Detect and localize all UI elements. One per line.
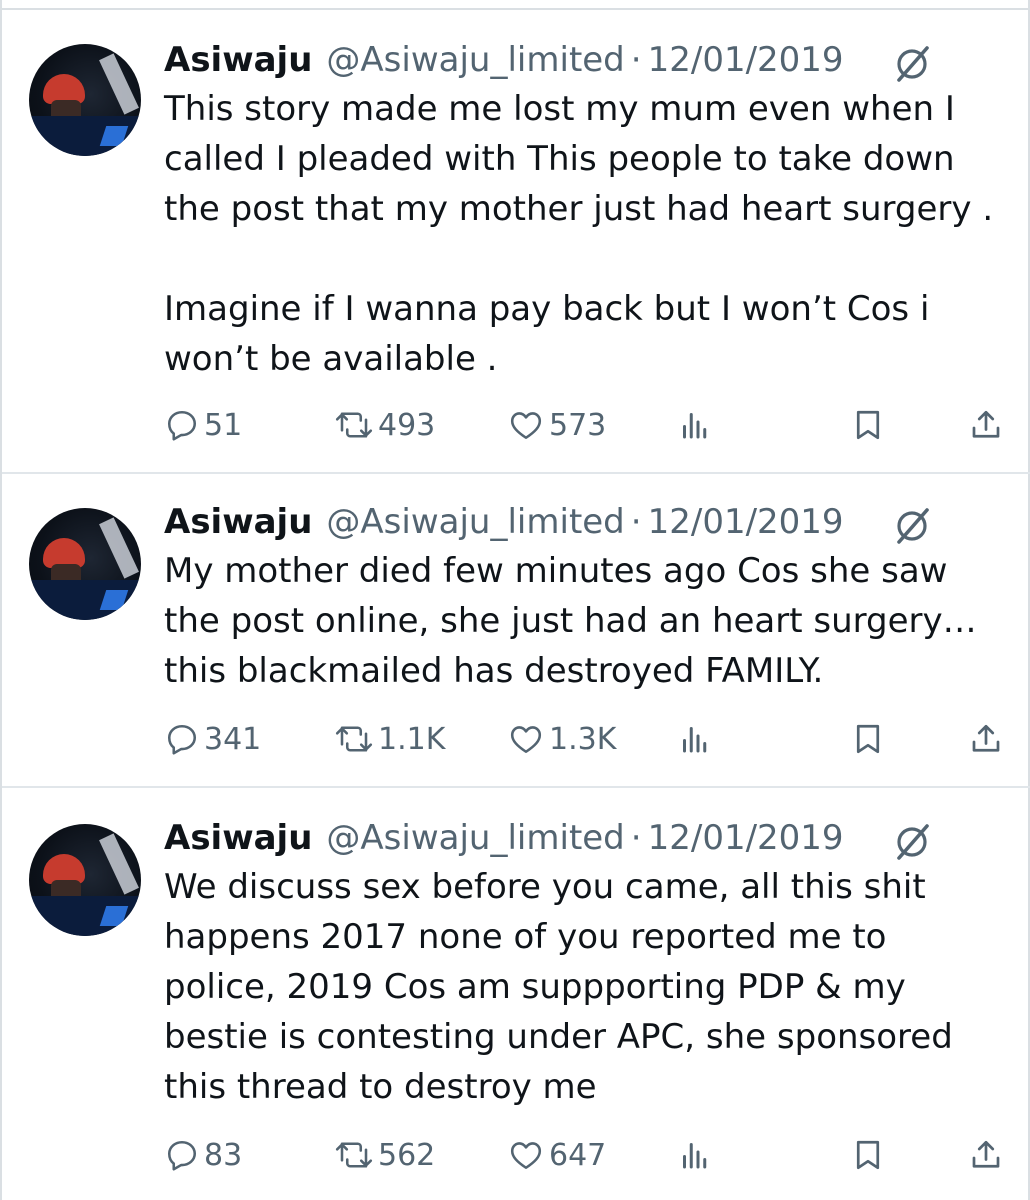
text-line: happens 2017 none of you reported me to bbox=[164, 917, 887, 957]
reply-button[interactable]: 341 bbox=[164, 714, 261, 764]
text-line: this blackmailed has destroyed FAMILY. bbox=[164, 651, 824, 691]
tweet[interactable]: Asiwaju @Asiwaju_limited · 12/01/2019 Th… bbox=[2, 10, 1030, 474]
views-button[interactable] bbox=[677, 400, 713, 450]
avatar[interactable] bbox=[29, 44, 141, 156]
repost-button[interactable]: 562 bbox=[334, 1130, 435, 1180]
reply-count: 51 bbox=[204, 407, 243, 443]
like-icon bbox=[510, 412, 542, 440]
grok-icon[interactable] bbox=[890, 504, 934, 548]
tweet-text: My mother died few minutes ago Cos she s… bbox=[164, 546, 1004, 696]
tweet-text: We discuss sex before you came, all this… bbox=[164, 862, 1004, 1112]
reply-count: 83 bbox=[204, 1137, 243, 1173]
display-name[interactable]: Asiwaju bbox=[164, 818, 312, 858]
like-button[interactable]: 1.3K bbox=[507, 714, 616, 764]
separator-dot: · bbox=[630, 40, 642, 80]
tweet-date[interactable]: 12/01/2019 bbox=[648, 818, 844, 858]
display-name[interactable]: Asiwaju bbox=[164, 502, 312, 542]
views-icon bbox=[683, 413, 707, 439]
text-line: My mother died few minutes ago Cos she s… bbox=[164, 551, 948, 591]
user-handle[interactable]: @Asiwaju_limited bbox=[326, 502, 624, 542]
bookmark-button[interactable] bbox=[850, 1130, 886, 1180]
repost-count: 1.1K bbox=[378, 721, 446, 757]
text-line: police, 2019 Cos am suppporting PDP & my bbox=[164, 967, 906, 1007]
timeline: Asiwaju @Asiwaju_limited · 12/01/2019 Th… bbox=[0, 0, 1030, 1200]
like-button[interactable]: 647 bbox=[507, 1130, 606, 1180]
user-handle[interactable]: @Asiwaju_limited bbox=[326, 40, 624, 80]
tweet-header: Asiwaju @Asiwaju_limited · 12/01/2019 bbox=[164, 500, 844, 544]
text-line: the post that my mother just had heart s… bbox=[164, 189, 994, 229]
repost-icon bbox=[335, 1142, 373, 1168]
tweet-header: Asiwaju @Asiwaju_limited · 12/01/2019 bbox=[164, 816, 844, 860]
action-bar: 341 1.1K 1.3K bbox=[2, 714, 1030, 764]
tweet[interactable]: Asiwaju @Asiwaju_limited · 12/01/2019 We… bbox=[2, 788, 1030, 1200]
tweet-header: Asiwaju @Asiwaju_limited · 12/01/2019 bbox=[164, 38, 844, 82]
bookmark-button[interactable] bbox=[850, 400, 886, 450]
grok-icon[interactable] bbox=[890, 820, 934, 864]
separator-dot: · bbox=[630, 818, 642, 858]
tweet-date[interactable]: 12/01/2019 bbox=[648, 502, 844, 542]
repost-icon bbox=[335, 412, 373, 438]
text-line: called I pleaded with This people to tak… bbox=[164, 139, 955, 179]
views-button[interactable] bbox=[677, 1130, 713, 1180]
separator-dot: · bbox=[630, 502, 642, 542]
text-line: the post online, she just had an heart s… bbox=[164, 601, 977, 641]
share-icon bbox=[972, 724, 1000, 752]
action-bar: 51 493 573 bbox=[2, 400, 1030, 450]
repost-count: 562 bbox=[378, 1137, 436, 1173]
like-count: 1.3K bbox=[549, 721, 617, 757]
repost-icon bbox=[335, 726, 373, 752]
action-bar: 83 562 647 bbox=[2, 1130, 1030, 1180]
bookmark-button[interactable] bbox=[850, 714, 886, 764]
views-button[interactable] bbox=[677, 714, 713, 764]
text-line: This story made me lost my mum even when… bbox=[164, 89, 955, 129]
repost-count: 493 bbox=[378, 407, 436, 443]
share-button[interactable] bbox=[968, 1130, 1004, 1180]
views-icon bbox=[683, 727, 707, 753]
text-line: won’t be available . bbox=[164, 339, 498, 379]
repost-button[interactable]: 493 bbox=[334, 400, 435, 450]
bookmark-icon bbox=[856, 410, 880, 440]
share-icon bbox=[972, 410, 1000, 438]
tweet-text: This story made me lost my mum even when… bbox=[164, 84, 1004, 384]
reply-button[interactable]: 83 bbox=[164, 1130, 242, 1180]
views-icon bbox=[683, 1143, 707, 1169]
share-button[interactable] bbox=[968, 400, 1004, 450]
text-line: Imagine if I wanna pay back but I won’t … bbox=[164, 289, 930, 329]
bookmark-icon bbox=[856, 724, 880, 754]
like-count: 573 bbox=[549, 407, 607, 443]
like-button[interactable]: 573 bbox=[507, 400, 606, 450]
avatar[interactable] bbox=[29, 824, 141, 936]
like-icon bbox=[510, 1142, 542, 1170]
display-name[interactable]: Asiwaju bbox=[164, 40, 312, 80]
reply-icon bbox=[167, 1140, 197, 1171]
repost-button[interactable]: 1.1K bbox=[334, 714, 445, 764]
share-icon bbox=[972, 1140, 1000, 1168]
reply-count: 341 bbox=[204, 721, 262, 757]
tweet-date[interactable]: 12/01/2019 bbox=[648, 40, 844, 80]
like-count: 647 bbox=[549, 1137, 607, 1173]
share-button[interactable] bbox=[968, 714, 1004, 764]
like-icon bbox=[510, 726, 542, 754]
reply-button[interactable]: 51 bbox=[164, 400, 242, 450]
reply-icon bbox=[167, 410, 197, 441]
bookmark-icon bbox=[856, 1140, 880, 1170]
text-line: We discuss sex before you came, all this… bbox=[164, 867, 926, 907]
text-line: bestie is contesting under APC, she spon… bbox=[164, 1017, 953, 1057]
avatar[interactable] bbox=[29, 508, 141, 620]
tweet[interactable]: Asiwaju @Asiwaju_limited · 12/01/2019 My… bbox=[2, 474, 1030, 788]
reply-icon bbox=[167, 724, 197, 755]
text-line: this thread to destroy me bbox=[164, 1067, 597, 1107]
user-handle[interactable]: @Asiwaju_limited bbox=[326, 818, 624, 858]
grok-icon[interactable] bbox=[890, 42, 934, 86]
